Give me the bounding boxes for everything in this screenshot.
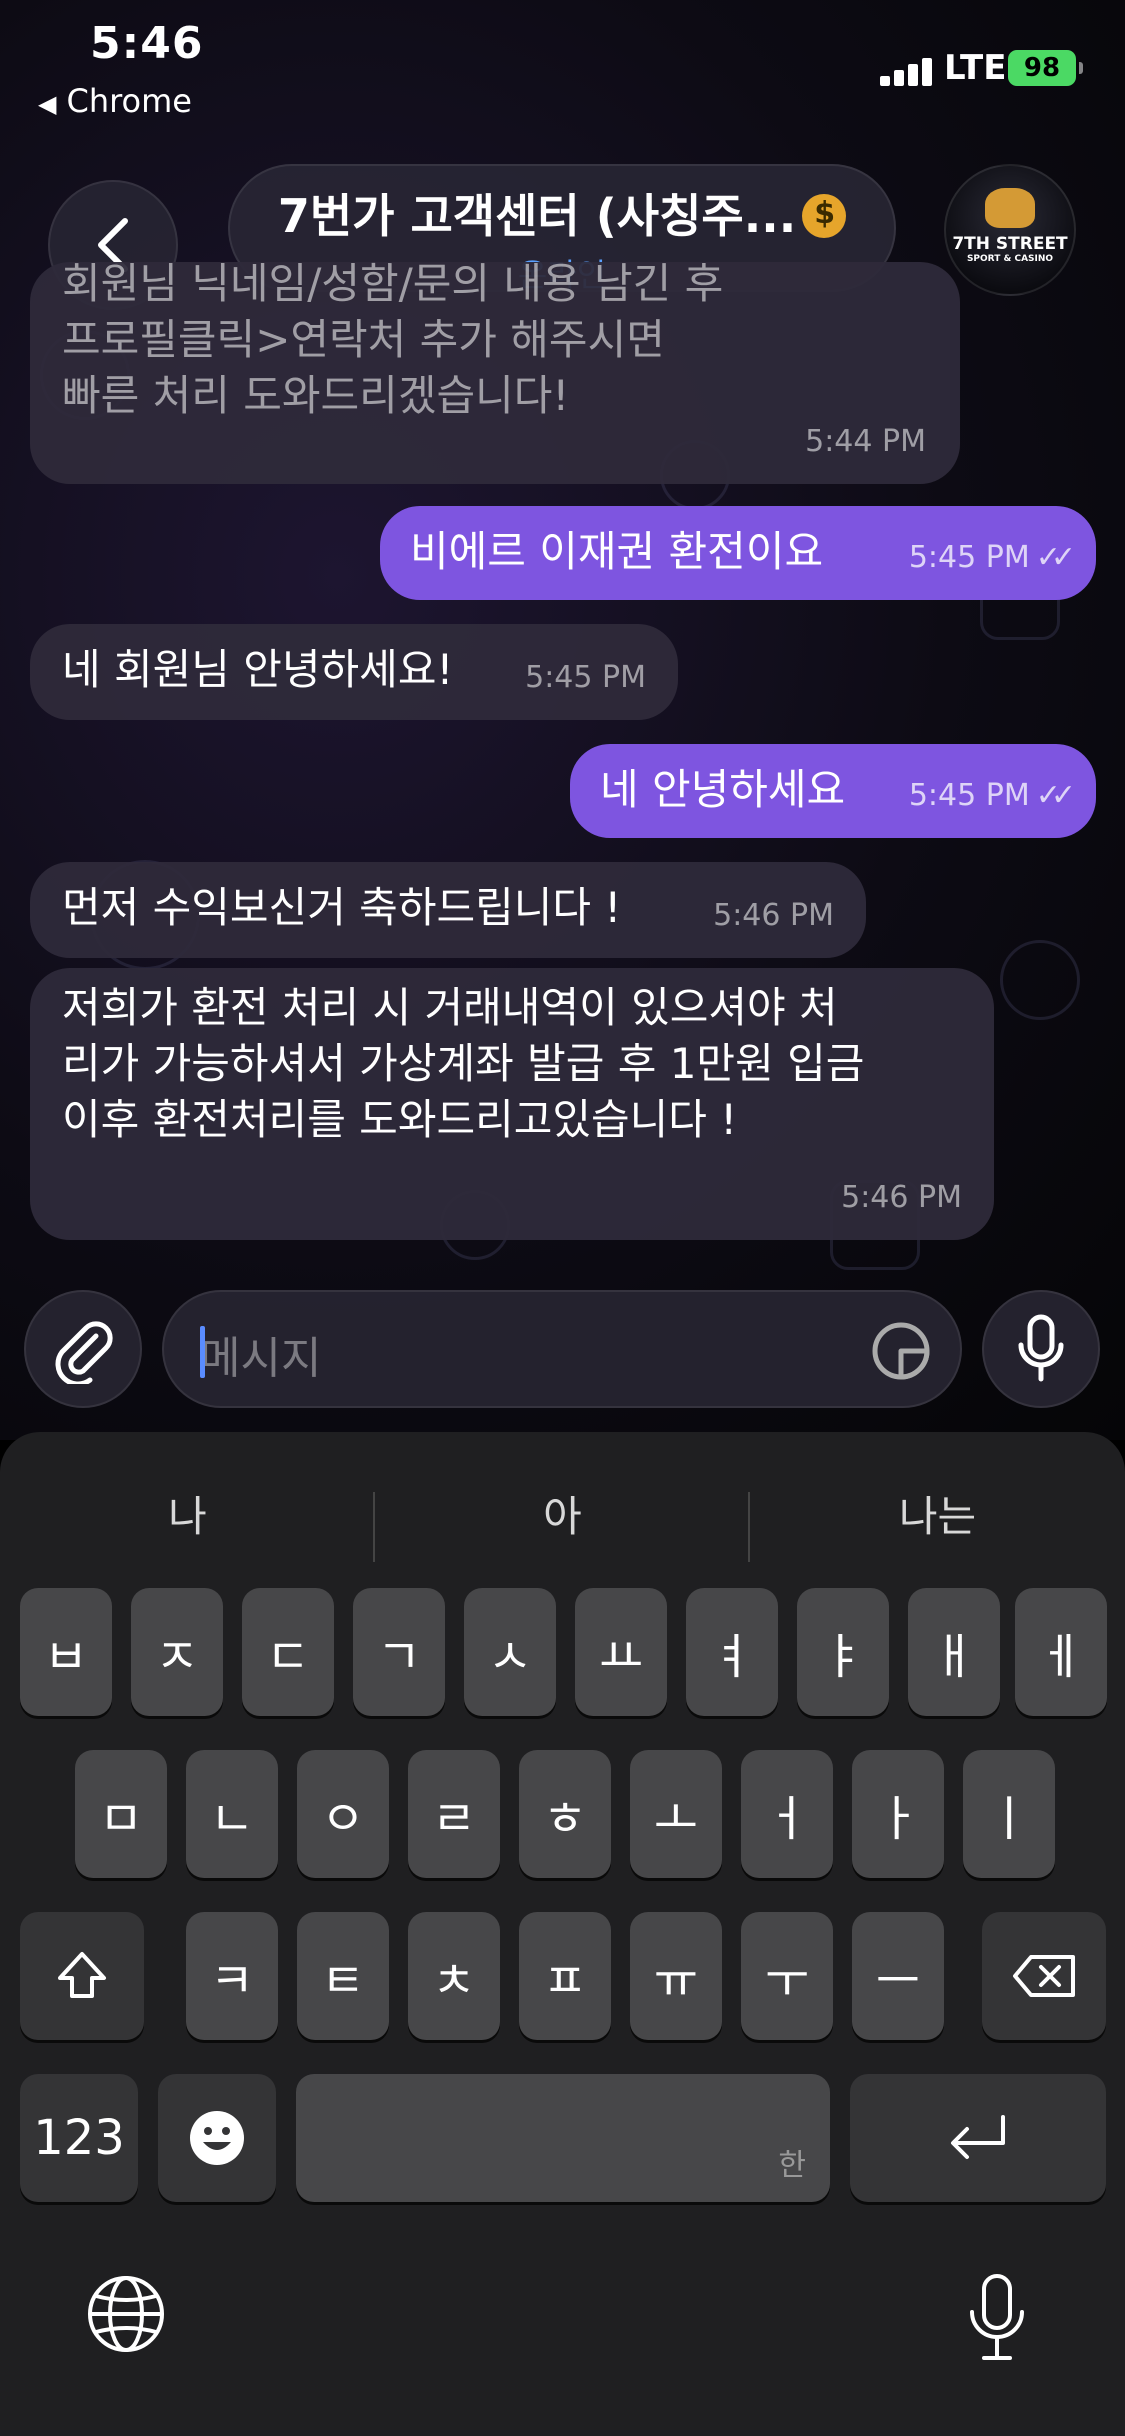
back-triangle-icon: ◀ [38,90,57,118]
read-checkmarks-icon: ✓✓ [1035,540,1076,575]
key[interactable]: ㅎ [519,1750,611,1878]
key[interactable]: ㅜ [741,1912,833,2040]
suggestion-item[interactable]: 아 [375,1472,750,1562]
message-bubble-incoming[interactable]: 저희가 환전 처리 시 거래내역이 있으셔야 처 리가 가능하셔서 가상계좌 발… [30,968,994,1240]
key[interactable]: ㄹ [408,1750,500,1878]
return-arrow-icon [951,2115,1005,2159]
cellular-signal-icon [880,56,934,86]
message-bubble-outgoing[interactable]: 비에르 이재권 환전이요 5:45 PM ✓✓ [380,506,1096,600]
key[interactable]: ㅠ [630,1912,722,2040]
key[interactable]: ㄱ [353,1588,445,1716]
battery-level: 98 [1023,53,1061,83]
back-to-app-link[interactable]: ◀ Chrome [38,82,192,120]
return-key[interactable] [850,2074,1106,2202]
attach-button[interactable] [24,1290,142,1408]
message-meta: 5:45 PM ✓✓ [908,768,1076,824]
space-key-label: 한 [778,2148,806,2183]
message-text: 비에르 이재권 환전이요 [410,527,824,576]
key[interactable]: ㅓ [741,1750,833,1878]
globe-icon[interactable] [84,2272,168,2356]
shift-arrow-icon [58,1952,106,1998]
avatar-brand-name: 7TH STREET [952,234,1068,254]
microphone-icon [1018,1314,1064,1382]
message-bubble-incoming[interactable]: 회원님 닉네임/성함/문의 내용 남긴 후 프로필클릭>연락처 추가 해주시면 … [30,259,960,484]
wallpaper-doodle [1000,940,1080,1020]
message-meta: 5:45 PM ✓✓ [908,530,1076,586]
contact-avatar[interactable]: 7TH STREET SPORT & CASINO [944,164,1076,296]
message-bubble-incoming[interactable]: 먼저 수익보신거 축하드립니다 ! 5:46 PM [30,862,866,958]
key[interactable]: ㅛ [575,1588,667,1716]
shift-key[interactable] [20,1912,144,2040]
suggestion-item[interactable]: 나는 [750,1472,1125,1562]
space-key[interactable]: 한 [296,2074,830,2202]
suggestion-item[interactable]: 나 [0,1472,375,1562]
backspace-key[interactable] [982,1912,1106,2040]
message-time: 5:46 PM [841,1180,962,1215]
key[interactable]: ㄴ [186,1750,278,1878]
message-text: 네 안녕하세요 [600,765,846,814]
key[interactable]: ㅁ [75,1750,167,1878]
key[interactable]: ㅂ [20,1588,112,1716]
mascot-icon [985,188,1035,228]
key[interactable]: ㅌ [297,1912,389,2040]
message-text: 회원님 닉네임/성함/문의 내용 남긴 후 프로필클릭>연락처 추가 해주시면 … [62,259,724,420]
message-input[interactable]: 메시지 [162,1290,962,1408]
key[interactable]: ㅏ [852,1750,944,1878]
status-bar: 5:46 ◀ Chrome LTE 98 [0,0,1125,140]
dictation-microphone-icon[interactable] [964,2272,1030,2364]
key[interactable]: ㅑ [797,1588,889,1716]
key[interactable]: ㅐ [908,1588,1000,1716]
key[interactable]: ㅔ [1015,1588,1107,1716]
message-text: 먼저 수익보신거 축하드립니다 ! [62,883,622,932]
battery-indicator: 98 [1008,50,1083,86]
network-type: LTE [944,48,1007,88]
voice-message-button[interactable] [982,1290,1100,1408]
emoji-icon [190,2111,244,2165]
numbers-key[interactable]: 123 [20,2074,138,2202]
key[interactable]: ㅣ [963,1750,1055,1878]
message-input-placeholder: 메시지 [200,1333,322,1384]
message-time: 5:45 PM [525,660,646,695]
key[interactable]: ㅗ [630,1750,722,1878]
status-time: 5:46 [90,18,204,69]
key[interactable]: ㅅ [464,1588,556,1716]
key[interactable]: ㅋ [186,1912,278,2040]
key[interactable]: ㅇ [297,1750,389,1878]
suggestion-bar: 나 아 나는 [0,1472,1125,1562]
chat-title-text: 7번가 고객센터 (사칭주... [277,189,797,243]
chick-emoji-icon [802,194,847,238]
text-caret [200,1326,205,1378]
key[interactable]: ㄷ [242,1588,334,1716]
key[interactable]: ㅍ [519,1912,611,2040]
message-time: 5:45 PM [908,540,1030,575]
message-text: 저희가 환전 처리 시 거래내역이 있으셔야 처 리가 가능하셔서 가상계좌 발… [62,983,865,1144]
message-text: 네 회원님 안녕하세요! [62,645,454,694]
chat-title: 7번가 고객센터 (사칭주... [230,180,894,246]
message-bubble-outgoing[interactable]: 네 안녕하세요 5:45 PM ✓✓ [570,744,1096,838]
backspace-icon [1013,1955,1075,1997]
message-bubble-incoming[interactable]: 네 회원님 안녕하세요! 5:45 PM [30,624,678,720]
paperclip-icon [55,1321,113,1384]
message-time: 5:46 PM [713,898,834,933]
message-time: 5:44 PM [805,424,926,459]
sticker-icon[interactable] [870,1320,932,1382]
key[interactable]: ㅡ [852,1912,944,2040]
message-time: 5:45 PM [908,778,1030,813]
avatar-brand-tagline: SPORT & CASINO [966,254,1054,264]
key[interactable]: ㅊ [408,1912,500,2040]
key[interactable]: ㅈ [131,1588,223,1716]
read-checkmarks-icon: ✓✓ [1035,778,1076,813]
key[interactable]: ㅕ [686,1588,778,1716]
back-app-label: Chrome [66,82,192,120]
emoji-key[interactable] [158,2074,276,2202]
